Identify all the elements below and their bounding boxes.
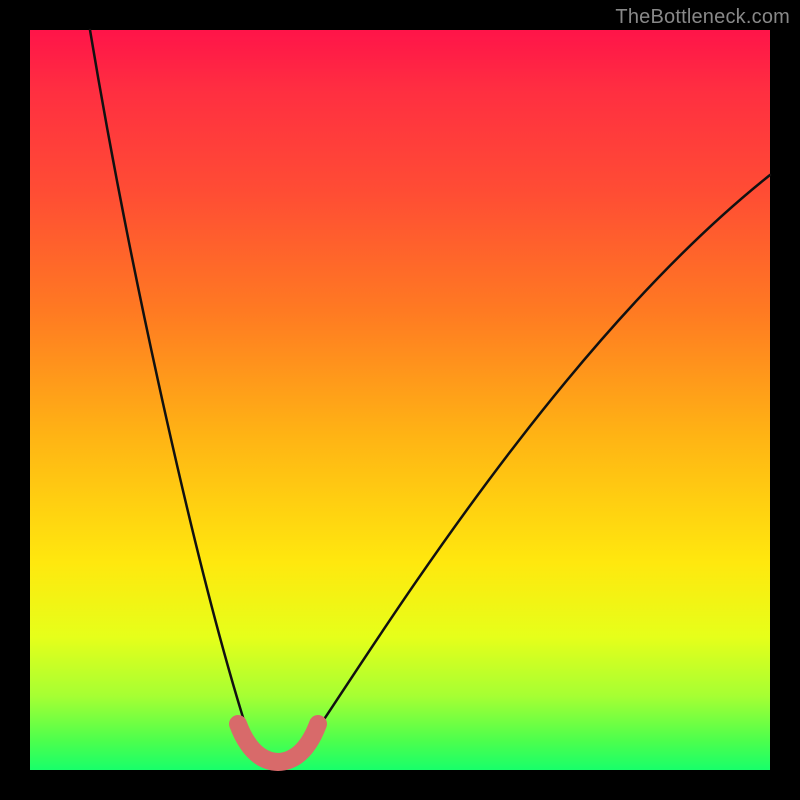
chart-stage: TheBottleneck.com [0, 0, 800, 800]
curve-layer [30, 30, 770, 770]
watermark-text: TheBottleneck.com [615, 6, 790, 29]
valley-highlight [238, 724, 318, 762]
curve-right-branch [300, 175, 770, 755]
curve-left-branch [90, 30, 255, 755]
